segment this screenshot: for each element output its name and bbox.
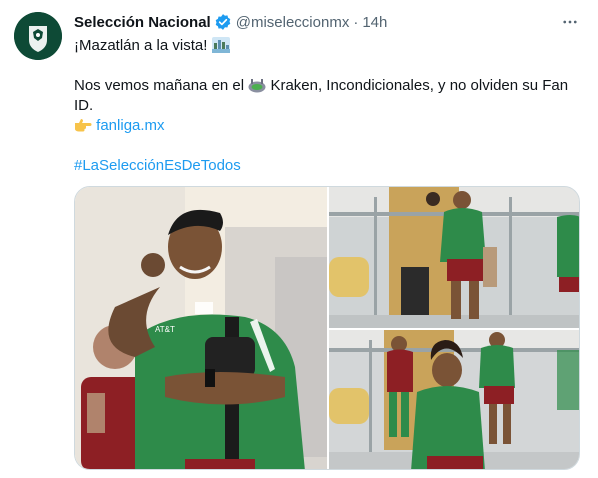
team-crest-icon (14, 12, 62, 60)
more-options-icon[interactable] (560, 12, 580, 32)
hashtag-line: #LaSelecciónEsDeTodos (74, 156, 584, 176)
photo-3[interactable] (329, 330, 579, 469)
pointing-right-emoji (74, 117, 92, 139)
tweet-text-2a: Nos vemos mañana en el (74, 77, 245, 94)
tweet-link-line: fanliga.mx (74, 116, 584, 139)
photo-2[interactable] (329, 187, 579, 328)
jersey-sponsor-text: AT&T (155, 325, 175, 334)
tweet-header: Selección Nacional @miseleccionmx · 14h (74, 12, 584, 32)
separator-dot: · (353, 13, 359, 31)
account-handle[interactable]: @miseleccionmx (236, 14, 350, 31)
timestamp[interactable]: 14h (362, 14, 387, 31)
verified-badge-icon (214, 13, 232, 31)
tweet-text-2b: Kraken, Incondicionales, y no olviden su… (270, 77, 569, 94)
media-grid: AT&T (74, 186, 580, 470)
tweet-text-3: ID. (74, 97, 94, 114)
avatar[interactable] (14, 12, 62, 60)
photo-1[interactable]: AT&T (75, 187, 327, 469)
fanliga-link[interactable]: fanliga.mx (96, 117, 164, 134)
tweet-line-3: ID. (74, 96, 584, 116)
tweet-text-1: ¡Mazatlán a la vista! (74, 37, 208, 54)
city-skyline-emoji (211, 37, 230, 59)
hashtag-link[interactable]: #LaSelecciónEsDeTodos (74, 157, 241, 174)
account-name[interactable]: Selección Nacional (74, 14, 211, 31)
tweet-line-1: ¡Mazatlán a la vista! (74, 36, 584, 59)
